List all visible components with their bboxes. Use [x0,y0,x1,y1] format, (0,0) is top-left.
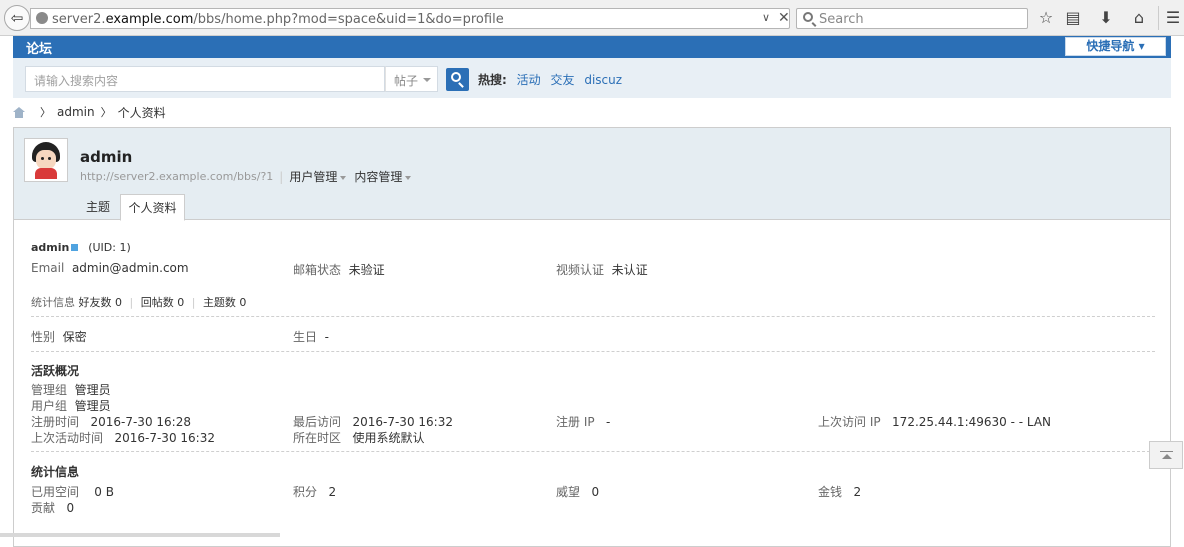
breadcrumb: 〉 admin 〉 个人资料 [13,104,166,120]
globe-icon [36,12,48,24]
divider: | [279,169,284,184]
address-bar[interactable]: server2.example.com/bbs/home.php?mod=spa… [30,8,790,29]
chevron-down-icon [423,78,431,82]
timezone-field: 所在时区 使用系统默认 [293,431,425,445]
gender-field: 性别 保密 [31,330,87,344]
chevron-down-icon [340,175,347,180]
search-input-placeholder: 请输入搜索内容 [34,74,119,88]
video-auth-field: 视频认证 未认证 [556,263,648,277]
profile-name-row: admin (UID: 1) [31,240,131,254]
hot-search-label: 热搜: [478,73,507,87]
nav-forum-link[interactable]: 论坛 [26,38,52,57]
email-field: Email admin@admin.com [31,261,189,275]
search-placeholder: Search [819,12,864,27]
last-visit-field: 最后访问 2016-7-30 16:32 [293,415,453,429]
horizontal-scrollbar[interactable] [0,533,280,537]
home-icon[interactable] [13,106,26,118]
tab-threads[interactable]: 主题 [81,194,115,220]
profile-name: admin [31,241,70,254]
divider [31,451,1155,452]
avatar[interactable] [24,138,68,182]
stats-section-title: 统计信息 [31,465,80,479]
divider [31,316,1155,317]
last-ip-field: 上次访问 IP 172.25.44.1:49630 - - LAN [818,415,1052,429]
profile-header: admin http://server2.example.com/bbs/?1 … [14,128,1170,221]
menu-icon[interactable]: ☰ [1163,8,1183,28]
hot-search-link[interactable]: 交友 [550,73,574,87]
divider [31,351,1155,352]
email-status-field: 邮箱状态 未验证 [293,263,385,277]
points-field: 积分 2 [293,485,337,499]
replies-count-link[interactable]: 回帖数 0 [141,296,185,309]
close-icon[interactable]: ✕ [778,10,790,26]
space-url-link[interactable]: http://server2.example.com/bbs/?1 [80,170,273,183]
admin-group-field: 管理组 管理员 [31,383,111,397]
back-button[interactable]: ⇦ [4,5,30,31]
download-icon[interactable]: ⬇ [1096,8,1116,28]
back-arrow-icon: ⇦ [10,9,24,27]
url-dropdown-icon[interactable]: ∨ [762,11,770,24]
forum-search-input[interactable]: 请输入搜索内容 [25,66,385,92]
activity-section-title: 活跃概况 [31,364,80,378]
profile-username: admin [80,148,133,166]
search-button[interactable] [446,68,469,91]
browser-search-input[interactable]: Search [796,8,1028,29]
bookmark-star-icon[interactable]: ☆ [1036,8,1056,28]
hot-search-link[interactable]: 活动 [517,73,541,87]
online-status-icon [71,244,79,251]
reg-time-field: 注册时间 2016-7-30 16:28 [31,415,191,429]
search-icon [803,12,813,22]
search-icon [451,72,461,82]
hot-search: 热搜: 活动 交友 discuz [478,71,622,88]
chevron-down-icon [405,175,412,180]
breadcrumb-separator: 〉 [100,106,112,119]
last-active-field: 上次活动时间 2016-7-30 16:32 [31,431,215,445]
profile-links: http://server2.example.com/bbs/?1 | 用户管理… [80,168,419,185]
avatar-image [27,141,65,179]
search-type-select[interactable]: 帖子 [385,66,438,92]
url-text: server2.example.com/bbs/home.php?mod=spa… [52,12,504,27]
toolbar-divider [1158,6,1159,30]
user-group-field: 用户组 管理员 [31,399,111,413]
birthday-field: 生日 - [293,330,329,344]
breadcrumb-user[interactable]: admin [57,105,95,119]
friends-count-link[interactable]: 好友数 0 [79,296,123,309]
tab-profile[interactable]: 个人资料 [120,194,185,221]
forum-search-area: 请输入搜索内容 帖子 热搜: 活动 交友 discuz [13,58,1171,98]
breadcrumb-page: 个人资料 [117,105,166,120]
breadcrumb-separator: 〉 [40,106,51,119]
hot-search-link[interactable]: discuz [584,73,622,87]
profile-panel: admin http://server2.example.com/bbs/?1 … [13,127,1171,547]
home-icon[interactable]: ⌂ [1129,8,1149,28]
user-manage-menu[interactable]: 用户管理 [289,168,347,185]
quick-nav-button[interactable]: 快捷导航 ▾ [1065,37,1166,56]
money-field: 金钱 2 [818,485,862,499]
prestige-field: 威望 0 [556,485,600,499]
profile-uid: (UID: 1) [88,241,131,254]
content-manage-menu[interactable]: 内容管理 [354,168,412,185]
threads-count-link[interactable]: 主题数 0 [203,296,247,309]
scroll-to-top-button[interactable] [1149,441,1183,469]
contribution-field: 贡献 0 [31,501,75,515]
reader-list-icon[interactable]: ▤ [1063,8,1083,28]
forum-top-nav: 论坛 快捷导航 ▾ [13,36,1171,58]
used-space-field: 已用空间 0 B [31,485,114,499]
browser-toolbar: ⇦ server2.example.com/bbs/home.php?mod=s… [0,0,1184,36]
reg-ip-field: 注册 IP - [556,415,611,429]
stats-summary: 统计信息 好友数 0 | 回帖数 0 | 主题数 0 [31,296,247,309]
search-type-label: 帖子 [394,74,419,88]
